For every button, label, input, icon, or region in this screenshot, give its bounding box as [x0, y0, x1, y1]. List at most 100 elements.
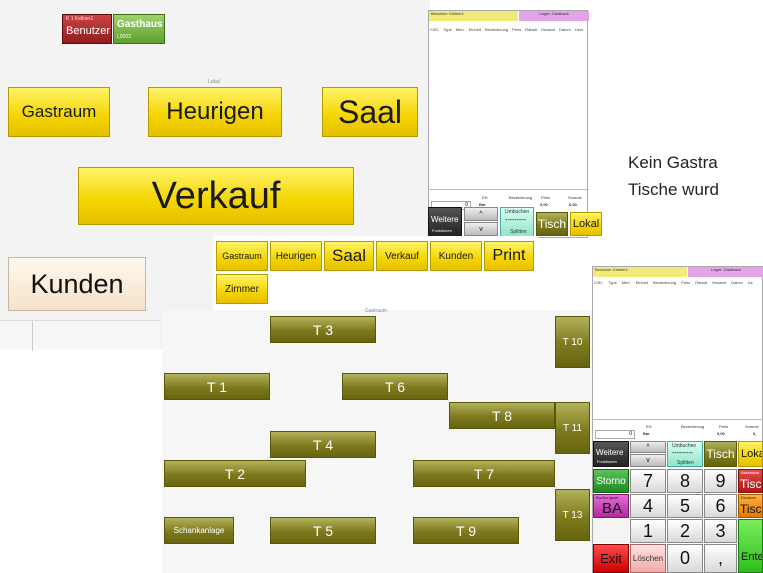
key-8[interactable]: 8 [667, 469, 703, 493]
user-line: K 1 Kellner1 [66, 16, 94, 22]
umbuchen-dashes: --------- [505, 217, 526, 224]
k-scroll-down-button[interactable]: v [630, 454, 666, 467]
key-comma[interactable]: , [704, 544, 737, 573]
note-line-1: Kein Gastra [628, 153, 718, 172]
table-t9[interactable]: T 9 [413, 517, 519, 544]
exit-button[interactable]: Exit [593, 544, 629, 573]
order-sum-value: 0,00 [569, 202, 577, 207]
k-col-rabatt: Rabatt [695, 280, 707, 285]
col-datum: Datum [559, 27, 571, 32]
key-4[interactable]: 4 [630, 494, 666, 518]
k-weitere-button[interactable]: Weitere Funktionen [593, 441, 629, 467]
bar-heurigen-button[interactable]: Heurigen [270, 241, 322, 271]
bar-zimmer-button[interactable]: Zimmer [216, 274, 268, 304]
scroll-down-button[interactable]: v [464, 222, 498, 236]
col-type: Type [443, 27, 452, 32]
weitere-label: Weitere [431, 215, 459, 224]
bar-kunden-button[interactable]: Kunden [430, 241, 482, 271]
table-t7[interactable]: T 7 [413, 460, 555, 487]
keypad-sum-divider [593, 419, 763, 420]
table-t4[interactable]: T 4 [270, 431, 376, 458]
table-t3[interactable]: T 3 [270, 316, 376, 343]
house-button[interactable]: Gasthaus L0003 [113, 14, 165, 44]
buchungsart-button[interactable]: Buchungsart BA [593, 494, 629, 518]
room-heurigen-button[interactable]: Heurigen [148, 87, 282, 137]
room-gastraum-button[interactable]: Gastraum [8, 87, 110, 137]
table-t10[interactable]: T 10 [555, 316, 590, 368]
col-user: User [574, 27, 584, 32]
col-einheit: Einheit [468, 27, 481, 32]
bar-saal-button[interactable]: Saal [324, 241, 374, 271]
k-col-einheit: Einheit [635, 280, 648, 285]
table-schankanlage[interactable]: Schankanlage [164, 517, 234, 544]
house-code: L0003 [117, 34, 131, 40]
col-gesamt: Gesamt [541, 27, 556, 32]
col-bezeichnung: Bezeichnung [484, 27, 509, 32]
tisch-abschluss-button[interactable]: Abschluss Tisc [738, 469, 763, 493]
k-tisch-button[interactable]: Tisch [704, 441, 737, 467]
room-saal-button[interactable]: Saal [322, 87, 418, 137]
table-t6[interactable]: T 6 [342, 373, 448, 400]
user-label: Benutzer [66, 25, 111, 37]
tisch-drucken-button[interactable]: Drucken Tisc [738, 494, 763, 518]
key-3[interactable]: 3 [704, 519, 737, 543]
table-t1[interactable]: T 1 [164, 373, 270, 400]
col-rabatt: Rabatt [525, 27, 537, 32]
k-scroll-up-button[interactable]: ^ [630, 441, 666, 453]
table-t13[interactable]: T 13 [555, 489, 590, 541]
order-bez-label: Bezeichnung [509, 195, 533, 200]
key-7[interactable]: 7 [630, 469, 666, 493]
splitten-label: Splitten [510, 229, 527, 235]
k-col-preis: Preis [681, 280, 691, 285]
key-0[interactable]: 0 [667, 544, 703, 573]
lokal-button[interactable]: Lokal [570, 212, 602, 236]
table-t8[interactable]: T 8 [449, 402, 555, 429]
umbuchen-label: Umbuchen [505, 209, 530, 215]
table-t11[interactable]: T 11 [555, 402, 590, 454]
keypad-bez-label: Bezeichnung [681, 424, 705, 429]
abschluss-label: Abschluss [741, 470, 760, 475]
user-button[interactable]: K 1 Kellner1 Benutzer [62, 14, 112, 44]
keypad-column-headers: C/ID. Type Men. Einheit Bezeichnung Prei… [594, 280, 763, 285]
k-splitten-label: Splitten [677, 460, 694, 466]
key-1[interactable]: 1 [630, 519, 666, 543]
keypad-blank-cell [593, 519, 629, 543]
k-col-gesamt: Gesamt [712, 280, 727, 285]
bar-verkauf-button[interactable]: Verkauf [376, 241, 428, 271]
loeschen-button[interactable]: Löschen [630, 544, 666, 573]
order-sum-label: Summe [568, 195, 582, 200]
lokal-title: Lokal [208, 79, 220, 85]
funktionen-label: Funktionen [432, 228, 452, 233]
house-label: Gasthaus [117, 19, 163, 30]
room-verkauf-button[interactable]: Verkauf [78, 167, 354, 225]
room-kunden-button[interactable]: Kunden [8, 257, 146, 311]
keypad-sum-label: Summe [745, 424, 759, 429]
key-6[interactable]: 6 [704, 494, 737, 518]
key-9[interactable]: 9 [704, 469, 737, 493]
order-panel: Benutzer: Kellner1 Lager: Gasthaus C/ID.… [428, 10, 589, 238]
storno-button[interactable]: Storno [593, 469, 629, 493]
k-funktionen-label: Funktionen [597, 459, 617, 464]
note-line-2: Tische wurd [628, 180, 720, 199]
k-umbuchen-label: Umbuchen [672, 443, 697, 449]
tisch-button[interactable]: Tisch [536, 212, 568, 236]
scroll-up-button[interactable]: ^ [464, 207, 498, 221]
table-t5[interactable]: T 5 [270, 517, 376, 544]
enter-button[interactable]: Ente [738, 519, 763, 573]
keypad-qty-field[interactable]: 0 [595, 430, 635, 439]
k-col-type: Type [608, 280, 617, 285]
k-umbuchen-button[interactable]: Umbuchen --------- Splitten [667, 441, 703, 467]
bar-gastraum-button[interactable]: Gastraum [216, 241, 268, 271]
k-col-bezeichnung: Bezeichnung [652, 280, 677, 285]
order-column-headers: C/ID. Type Men. Einheit Bezeichnung Prei… [430, 27, 588, 32]
umbuchen-button[interactable]: Umbuchen --------- Splitten [500, 207, 534, 237]
table-t2[interactable]: T 2 [164, 460, 306, 487]
lokal-panel-footer [0, 320, 160, 351]
bar-print-button[interactable]: Print [484, 241, 534, 271]
weitere-button[interactable]: Weitere Funktionen [428, 207, 462, 237]
key-5[interactable]: 5 [667, 494, 703, 518]
k-col-user: Us [747, 280, 753, 285]
key-2[interactable]: 2 [667, 519, 703, 543]
k-col-datum: Datum [731, 280, 743, 285]
k-lokal-button[interactable]: Loka [738, 441, 763, 467]
